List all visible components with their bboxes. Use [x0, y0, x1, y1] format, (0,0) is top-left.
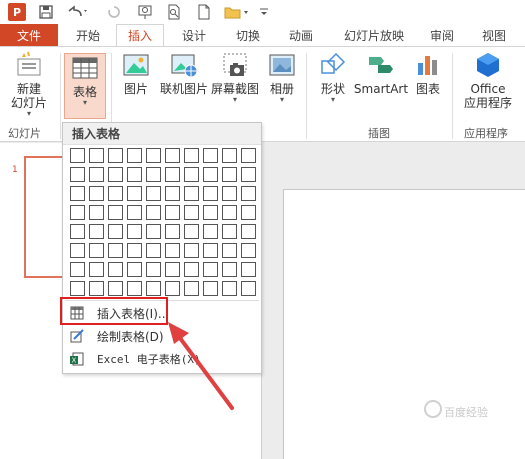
watermark-logo-icon [424, 400, 442, 418]
watermark-text: 百度经验 [444, 406, 488, 419]
powerpoint-window: { "tabs": { "file": "文件", "home": "开始", … [0, 0, 525, 459]
annotation-arrow-icon [168, 322, 234, 410]
